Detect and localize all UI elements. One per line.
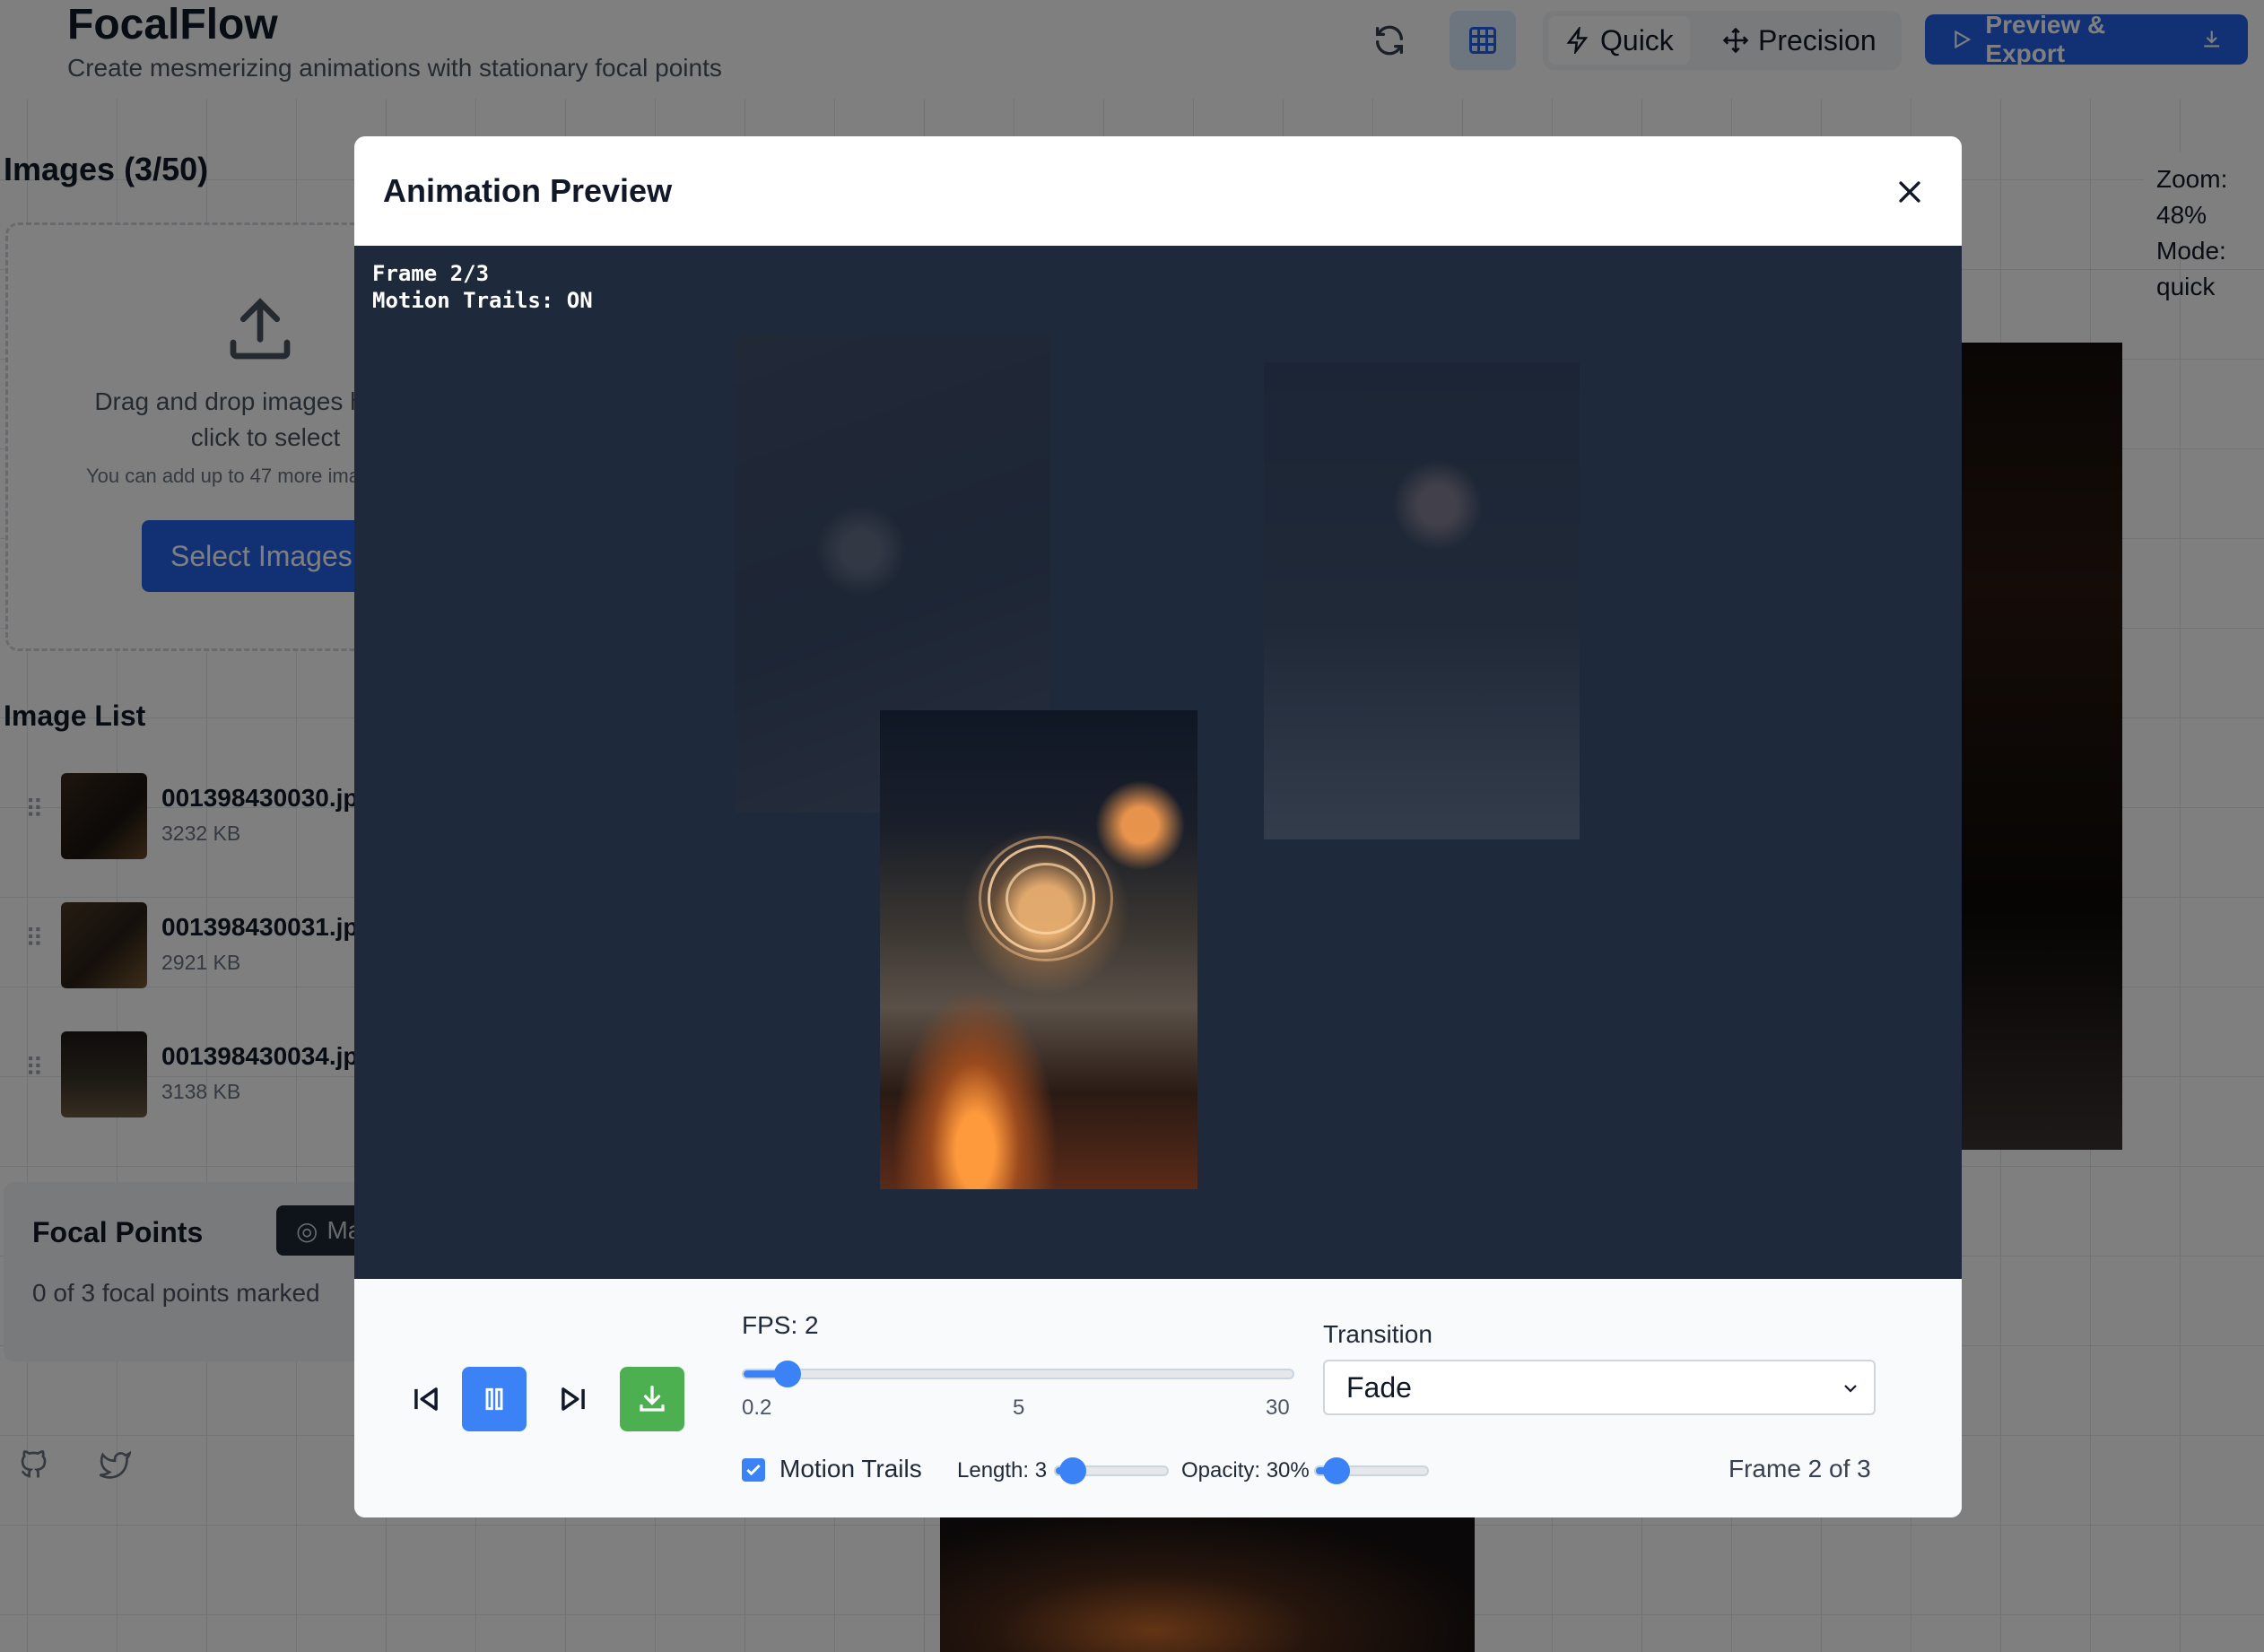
trail-length-thumb[interactable]: [1059, 1457, 1086, 1484]
download-icon: [640, 1385, 665, 1412]
trail-length-slider[interactable]: [1054, 1457, 1169, 1484]
skip-forward-icon: [562, 1387, 585, 1411]
check-icon: [746, 1464, 761, 1476]
close-button[interactable]: [1888, 170, 1931, 213]
download-gif-button[interactable]: [620, 1367, 684, 1431]
overlay-trails: Motion Trails: ON: [372, 288, 593, 313]
fps-min-label: 0.2: [742, 1396, 772, 1420]
fps-max-label: 30: [1266, 1396, 1290, 1420]
playback-controls: FPS: 2 0.2 5 30 Transition Fade Motion T…: [354, 1279, 1962, 1517]
skip-back-icon: [414, 1387, 438, 1411]
fps-label: FPS: 2: [742, 1311, 819, 1339]
trail-frame-ghost: [1264, 362, 1580, 839]
motion-trails-checkbox[interactable]: [742, 1458, 765, 1482]
close-icon: [1899, 181, 1920, 203]
transition-label: Transition: [1323, 1320, 1432, 1348]
preview-overlay-info: Frame 2/3 Motion Trails: ON: [372, 260, 593, 314]
motion-trails-label: Motion Trails: [779, 1455, 922, 1482]
next-frame-button[interactable]: [541, 1367, 605, 1431]
preview-stage: Frame 2/3 Motion Trails: ON: [354, 246, 1962, 1279]
animation-preview-modal: Animation Preview Frame 2/3 Motion Trail…: [354, 136, 1962, 1517]
sparkler-ring: [979, 836, 1113, 961]
previous-frame-button[interactable]: [394, 1367, 458, 1431]
transition-value: Fade: [1346, 1370, 1412, 1404]
trail-opacity-thumb[interactable]: [1323, 1457, 1350, 1484]
pause-button[interactable]: [462, 1367, 527, 1431]
fps-slider[interactable]: [742, 1361, 1294, 1387]
fps-slider-thumb[interactable]: [774, 1361, 801, 1387]
trail-opacity-slider[interactable]: [1314, 1457, 1429, 1484]
pause-icon: [485, 1387, 503, 1411]
fps-mid-label: 5: [1013, 1396, 1025, 1420]
transition-select[interactable]: Fade: [1323, 1360, 1876, 1415]
modal-title: Animation Preview: [383, 172, 673, 209]
chevron-down-icon: [1844, 1385, 1857, 1393]
frame-counter: Frame 2 of 3: [1728, 1455, 1871, 1482]
trail-length-label: Length: 3: [957, 1458, 1048, 1482]
trail-opacity-label: Opacity: 30%: [1181, 1458, 1310, 1482]
overlay-frame: Frame 2/3: [372, 261, 490, 286]
current-frame-image: [880, 710, 1197, 1189]
